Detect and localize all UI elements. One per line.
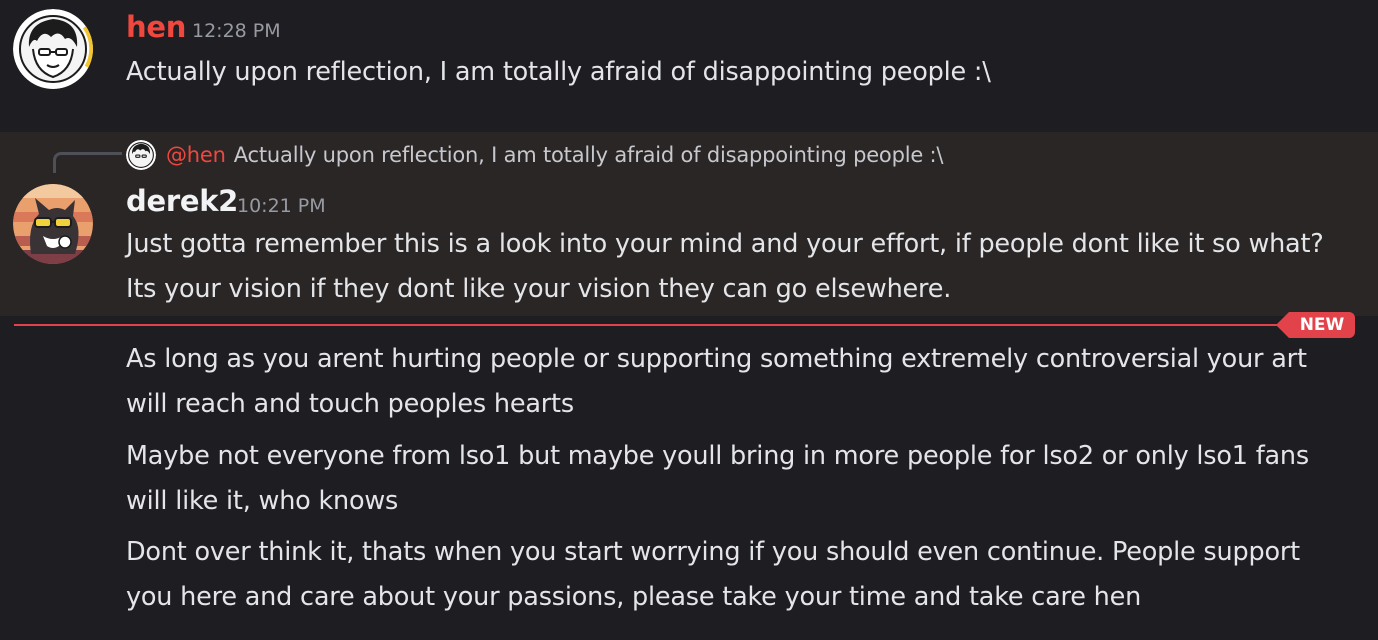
new-badge[interactable]: NEW: [1276, 312, 1355, 338]
message-text: Just gotta remember this is a look into …: [126, 229, 1324, 304]
message-hen[interactable]: hen 12:28 PM Actually upon reflection, I…: [0, 0, 1378, 118]
timestamp: 10:21 PM: [237, 195, 326, 217]
reply-avatar: [126, 140, 156, 170]
manga-boy-avatar-icon: [126, 140, 156, 170]
reply-preview[interactable]: @hen Actually upon reflection, I am tota…: [126, 139, 943, 171]
reply-text[interactable]: Actually upon reflection, I am totally a…: [234, 143, 944, 167]
message-text: Dont over think it, thats when you start…: [126, 537, 1300, 612]
chat-messages: hen 12:28 PM Actually upon reflection, I…: [0, 0, 1378, 640]
avatar-derek2[interactable]: [13, 184, 93, 264]
reply-mention[interactable]: @hen: [166, 143, 226, 167]
username[interactable]: hen: [126, 10, 186, 44]
message-text: As long as you arent hurting people or s…: [126, 344, 1307, 419]
avatar-hen[interactable]: [13, 9, 93, 89]
reply-connector: [53, 152, 122, 173]
cat-sunglasses-avatar-icon: [13, 184, 93, 264]
message-text: Actually upon reflection, I am totally a…: [126, 57, 991, 87]
username[interactable]: derek2: [126, 184, 238, 218]
timestamp: 12:28 PM: [192, 20, 281, 42]
new-messages-divider: [14, 324, 1289, 326]
message-derek2[interactable]: @hen Actually upon reflection, I am tota…: [0, 132, 1378, 316]
message-text: Maybe not everyone from lso1 but maybe y…: [126, 441, 1309, 516]
manga-boy-avatar-icon: [13, 9, 93, 89]
